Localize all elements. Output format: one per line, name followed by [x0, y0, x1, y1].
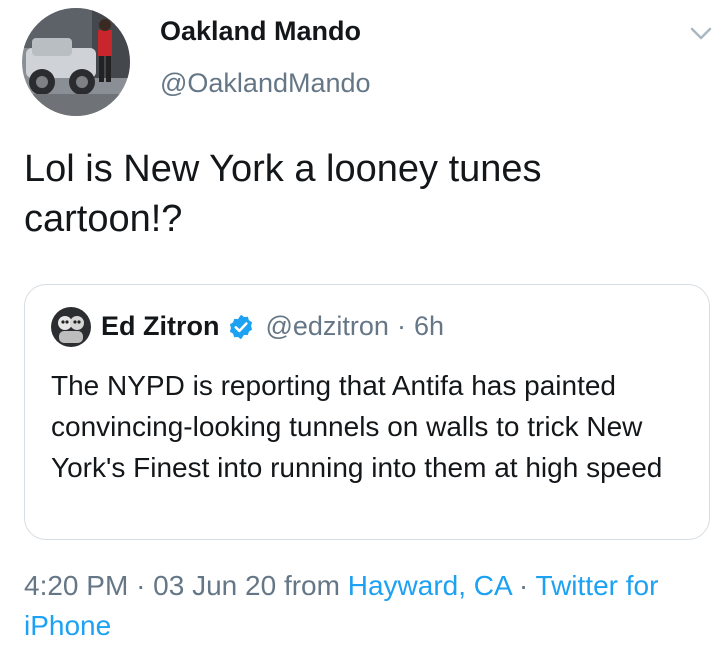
location-link[interactable]: Hayward, CA	[348, 570, 511, 601]
verified-badge-icon	[230, 314, 253, 339]
meta-separator-2: ·	[518, 570, 529, 601]
meta-separator: ·	[136, 570, 146, 601]
from-label: from	[283, 570, 340, 601]
quoted-author-avatar[interactable]	[51, 307, 91, 347]
tweet-date[interactable]: 03 Jun 20	[153, 570, 276, 601]
tweet-text: Lol is New York a looney tunes cartoon!?	[24, 148, 542, 240]
quoted-author-handle[interactable]: @edzitron	[265, 311, 388, 342]
author-name[interactable]: Oakland Mando	[160, 16, 361, 47]
tweet-metadata: 4:20 PM · 03 Jun 20 from Hayward, CA · T…	[24, 566, 714, 646]
quoted-avatar-photo	[51, 307, 91, 347]
header-separator: ·	[396, 311, 406, 341]
chevron-down-icon[interactable]	[690, 26, 712, 42]
quoted-tweet-text: The NYPD is reporting that Antifa has pa…	[51, 370, 663, 483]
avatar-photo	[22, 8, 130, 116]
quoted-tweet-time[interactable]: 6h	[414, 311, 444, 342]
quoted-author-name[interactable]: Ed Zitron	[101, 311, 219, 342]
quoted-tweet[interactable]: Ed Zitron @edzitron · 6h The NYPD is rep…	[24, 284, 710, 540]
quoted-tweet-header: Ed Zitron @edzitron · 6h	[101, 311, 444, 342]
tweet-time[interactable]: 4:20 PM	[24, 570, 128, 601]
author-avatar[interactable]	[22, 8, 130, 116]
tweet-card: Oakland Mando @OaklandMando Lol is New Y…	[0, 0, 720, 641]
author-handle[interactable]: @OaklandMando	[160, 68, 371, 99]
